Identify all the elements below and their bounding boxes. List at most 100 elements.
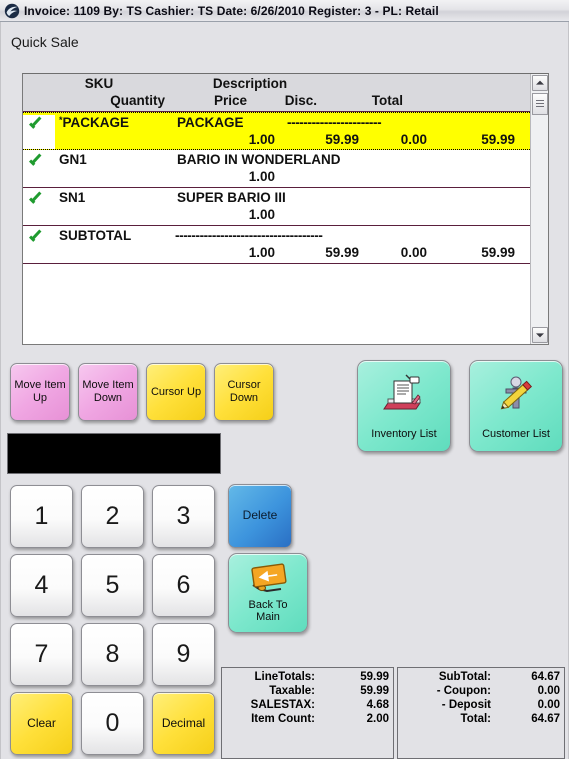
key-0-label: 0 — [105, 709, 120, 738]
key-2[interactable]: 2 — [81, 485, 144, 548]
totals-row: LineTotals: 59.99 — [225, 670, 389, 684]
table-row[interactable]: SUBTOTAL -------------------------------… — [23, 226, 530, 264]
key-8-label: 8 — [105, 640, 120, 669]
printer-document-icon — [382, 373, 426, 417]
row-check-cell — [23, 115, 55, 132]
line-totals-value: 59.99 — [360, 671, 389, 683]
table-row[interactable]: GN1 BARIO IN WONDERLAND 1.00 — [23, 150, 530, 188]
totals-row: - Deposit 0.00 — [401, 698, 560, 712]
totals-row: Taxable: 59.99 — [225, 684, 389, 698]
total-label: Total: — [460, 713, 491, 725]
row-check-spacer — [23, 169, 55, 186]
row-dashes: ----------------------- — [287, 115, 382, 130]
row-sku: SN1 — [55, 190, 175, 207]
move-item-up-button[interactable]: Move Item Up — [10, 363, 70, 421]
table-row[interactable]: SN1 SUPER BARIO III 1.00 — [23, 188, 530, 226]
move-item-up-line1: Move Item — [14, 379, 66, 392]
line-totals-label: LineTotals: — [254, 671, 315, 683]
key-4-label: 4 — [34, 571, 49, 600]
back-to-main-line2: Main — [256, 611, 280, 624]
row-sku: SUBTOTAL — [55, 228, 175, 245]
row-check-spacer — [23, 207, 55, 224]
key-6-label: 6 — [176, 571, 191, 600]
taxable-label: Taxable: — [269, 685, 315, 697]
title-bar-text: Invoice: 1109 By: TS Cashier: TS Date: 6… — [24, 3, 439, 18]
row-check-cell — [23, 152, 55, 169]
key-2-label: 2 — [105, 502, 120, 531]
table-row[interactable]: *PACKAGE PACKAGE -----------------------… — [23, 112, 530, 150]
grid-header-description: Description — [212, 76, 288, 91]
key-3[interactable]: 3 — [152, 485, 215, 548]
coupon-value: 0.00 — [537, 685, 560, 697]
row-price — [287, 207, 363, 224]
title-bar: Invoice: 1109 By: TS Cashier: TS Date: 6… — [0, 0, 569, 22]
row-sku: *PACKAGE — [55, 115, 175, 132]
back-arrow-sign-icon — [247, 563, 289, 603]
move-item-up-line2: Up — [32, 392, 48, 404]
cursor-down-button[interactable]: Cursor Down — [214, 363, 274, 421]
move-item-down-button[interactable]: Move Item Down — [78, 363, 138, 421]
row-total — [437, 207, 521, 224]
totals-row: SALESTAX: 4.68 — [225, 698, 389, 712]
customer-list-button[interactable]: Customer List — [469, 360, 563, 452]
row-disc: 0.00 — [400, 245, 427, 260]
row-total: 59.99 — [481, 245, 515, 260]
grid-header-disc: Disc. — [284, 93, 317, 108]
key-8[interactable]: 8 — [81, 623, 144, 686]
key-5-label: 5 — [105, 571, 120, 600]
scroll-down-button[interactable] — [532, 327, 548, 343]
key-1[interactable]: 1 — [10, 485, 73, 548]
scroll-thumb-grip — [536, 100, 544, 108]
row-total — [437, 169, 521, 186]
chevron-down-icon — [536, 333, 544, 338]
checkmark-icon — [29, 116, 44, 130]
grid-header-sku: SKU — [84, 76, 114, 91]
back-to-main-line1: Back To — [248, 598, 288, 611]
delete-button[interactable]: Delete — [228, 484, 292, 548]
decimal-button[interactable]: Decimal — [152, 692, 215, 755]
cursor-up-label: Cursor Up — [150, 385, 202, 398]
grid-header: SKU Description Quantity Price Disc. Tot… — [23, 74, 530, 112]
scroll-thumb[interactable] — [532, 93, 548, 115]
key-9[interactable]: 9 — [152, 623, 215, 686]
customer-list-label: Customer List — [482, 428, 550, 441]
back-to-main-button[interactable]: Back To Main — [228, 553, 308, 633]
cursor-up-button[interactable]: Cursor Up — [146, 363, 206, 421]
clear-button[interactable]: Clear — [10, 692, 73, 755]
row-total: 59.99 — [481, 132, 515, 147]
subtotal-value: 64.67 — [531, 671, 560, 683]
row-sku: GN1 — [55, 152, 175, 169]
totals-row: SubTotal: 64.67 — [401, 670, 560, 684]
totals-row: Total: 64.67 — [401, 712, 560, 726]
row-description: PACKAGE — [177, 115, 244, 130]
key-4[interactable]: 4 — [10, 554, 73, 617]
page-title: Quick Sale — [11, 34, 79, 50]
entry-display[interactable] — [7, 433, 221, 474]
key-0[interactable]: 0 — [81, 692, 144, 755]
totals-row: Item Count: 2.00 — [225, 712, 389, 726]
key-1-label: 1 — [34, 502, 49, 531]
deposit-value: 0.00 — [537, 699, 560, 711]
taxable-value: 59.99 — [360, 685, 389, 697]
key-5[interactable]: 5 — [81, 554, 144, 617]
grid-header-price: Price — [213, 93, 247, 108]
salestax-value: 4.68 — [366, 699, 389, 711]
row-sku-spacer — [55, 132, 175, 149]
move-item-down-line2: Down — [93, 392, 123, 404]
scroll-up-button[interactable] — [532, 75, 548, 91]
grid-vertical-scrollbar[interactable] — [530, 74, 548, 344]
row-quantity: 1.00 — [248, 169, 275, 184]
row-sku-spacer — [55, 245, 175, 262]
delete-label: Delete — [242, 508, 278, 523]
row-description: BARIO IN WONDERLAND — [177, 152, 341, 167]
row-quantity: 1.00 — [248, 207, 275, 222]
inventory-list-button[interactable]: Inventory List — [357, 360, 451, 452]
key-7[interactable]: 7 — [10, 623, 73, 686]
grid-header-total: Total — [371, 93, 403, 108]
row-disc — [363, 169, 437, 186]
key-6[interactable]: 6 — [152, 554, 215, 617]
row-sku-text: PACKAGE — [62, 115, 130, 130]
totals-panel-left: LineTotals: 59.99 Taxable: 59.99 SALESTA… — [221, 667, 394, 759]
row-price: 59.99 — [325, 132, 359, 147]
key-9-label: 9 — [176, 640, 191, 669]
